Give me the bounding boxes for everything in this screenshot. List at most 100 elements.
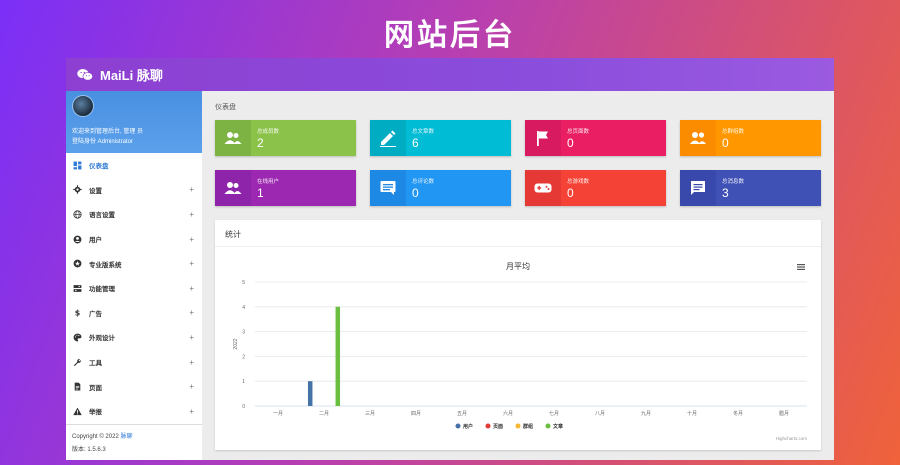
x-tick-label: 四月: [411, 411, 421, 417]
statistics-panel: 统计 月平均 0 1 2 3 4 5 2022 一月 二月 三月 四月 五月 六月 七月 八月 九月 十月 冬月腊…: [215, 220, 821, 450]
sidebar-item-7[interactable]: 外观设计 +: [66, 325, 202, 350]
pencil-icon: [380, 130, 396, 147]
sidebar-item-0[interactable]: 仪表盘: [66, 153, 202, 178]
stat-label: 总页面数: [567, 129, 590, 135]
y-tick-label: 2: [242, 354, 245, 360]
sidebar-footer: Copyright © 2022 脉聊 版本: 1.5.6.3: [66, 424, 202, 460]
svg-text:$: $: [75, 309, 80, 318]
main-content: 仪表盘 总成员数 2 总文章数 6 总页面数 0 总群组数 0 在线用户 1 总评论数 0 总游戏数 0 总…: [202, 91, 834, 460]
wrench-icon: [73, 358, 81, 366]
message-icon: [691, 181, 705, 195]
x-tick-label: 腊月: [779, 411, 789, 417]
stat-icon-box: [680, 170, 716, 206]
y-tick-label: 0: [242, 404, 245, 410]
users-icon: [224, 182, 242, 194]
expand-plus-icon[interactable]: +: [189, 407, 194, 416]
comment-icon: [380, 181, 396, 195]
x-tick-label: 九月: [641, 410, 651, 417]
avatar[interactable]: [72, 95, 94, 117]
legend-marker: [455, 423, 461, 429]
sidebar-item-label: 设置: [89, 187, 102, 195]
sidebar-item-6[interactable]: $ 广告 +: [66, 301, 202, 326]
sidebar-item-5[interactable]: 功能管理 +: [66, 276, 202, 301]
chart-credits[interactable]: Highcharts.com: [776, 436, 807, 441]
stat-icon-box: [215, 170, 251, 206]
legend-label: 群组: [522, 423, 533, 430]
top-bar: MaiLi 脉聊: [66, 58, 834, 91]
role-text: 登陆身份 Administrator: [72, 139, 134, 145]
dashboard-icon: [73, 161, 82, 170]
y-tick-label: 5: [242, 280, 245, 286]
x-tick-label: 七月: [549, 410, 559, 417]
expand-plus-icon[interactable]: +: [189, 358, 194, 367]
x-tick-label: 八月: [595, 411, 605, 417]
admin-app-window: MaiLi 脉聊 欢迎来到管理后台, 管理 员 登陆身份 Administrat…: [66, 58, 834, 460]
star-icon: [73, 259, 82, 268]
stat-value: 0: [722, 136, 729, 150]
sidebar-item-label: 工具: [89, 360, 102, 368]
sidebar-item-10[interactable]: 举报 +: [66, 399, 202, 424]
stat-card-0[interactable]: 总成员数 2: [215, 120, 356, 156]
expand-plus-icon[interactable]: +: [189, 235, 194, 244]
bar-用户: [307, 381, 313, 406]
expand-plus-icon[interactable]: +: [189, 382, 194, 391]
stat-label: 在线用户: [257, 179, 280, 185]
profile-panel: 欢迎来到管理后台, 管理 员 登陆身份 Administrator: [66, 91, 202, 153]
copyright-text: Copyright © 2022: [72, 434, 119, 440]
stat-icon-box: [370, 120, 406, 156]
x-tick-label: 五月: [457, 411, 467, 417]
x-tick-label: 六月: [503, 410, 513, 417]
app-brand[interactable]: MaiLi 脉聊: [100, 65, 163, 84]
copyright-link[interactable]: 脉聊: [120, 434, 132, 440]
gamepad-icon: [534, 183, 552, 193]
flag-icon: [537, 131, 548, 146]
stat-card-3[interactable]: 总群组数 0: [680, 120, 821, 156]
stat-card-4[interactable]: 在线用户 1: [215, 170, 356, 206]
expand-plus-icon[interactable]: +: [189, 210, 194, 219]
stat-value: 3: [722, 186, 729, 200]
expand-plus-icon[interactable]: +: [189, 308, 194, 317]
hero-title: 网站后台: [384, 18, 516, 53]
users-icon: [224, 132, 242, 144]
sidebar-item-label: 举报: [89, 409, 102, 417]
sidebar-item-8[interactable]: 工具 +: [66, 350, 202, 375]
stat-card-2[interactable]: 总页面数 0: [525, 120, 666, 156]
stat-card-6[interactable]: 总游戏数 0: [525, 170, 666, 206]
expand-plus-icon[interactable]: +: [189, 284, 194, 293]
sidebar-item-4[interactable]: 专业版系统 +: [66, 251, 202, 276]
stat-label: 总文章数: [412, 129, 435, 135]
sidebar-item-label: 专业版系统: [89, 261, 122, 269]
globe-icon: [73, 210, 82, 219]
stat-icon-box: [215, 120, 251, 156]
expand-plus-icon[interactable]: +: [189, 259, 194, 268]
y-tick-label: 3: [242, 330, 245, 336]
stat-card-7[interactable]: 总消息数 3: [680, 170, 821, 206]
sidebar-item-1[interactable]: 设置 +: [66, 178, 202, 203]
sidebar-item-label: 仪表盘: [89, 163, 109, 171]
sidebar-item-label: 外观设计: [89, 335, 115, 343]
y-axis-label: 2022: [233, 338, 239, 349]
version-text: 版本: 1.5.6.3: [72, 447, 106, 453]
sidebar-item-2[interactable]: 语言设置 +: [66, 202, 202, 227]
stat-label: 总成员数: [257, 129, 280, 135]
monthly-average-chart: 0 1 2 3 4 5 2022 一月 二月 三月 四月 五月 六月 七月 八月 九月 十月 冬月 腊月用户 页面 群组…: [233, 280, 807, 430]
stat-value: 0: [567, 136, 574, 150]
expand-plus-icon[interactable]: +: [189, 333, 194, 342]
x-tick-label: 二月: [319, 411, 329, 417]
group-icon: [690, 132, 706, 144]
wechat-logo-icon: [77, 68, 94, 81]
stat-card-1[interactable]: 总文章数 6: [370, 120, 511, 156]
stat-value: 0: [567, 186, 574, 200]
expand-plus-icon[interactable]: +: [189, 185, 194, 194]
stat-value: 2: [257, 136, 264, 150]
legend-label: 页面: [493, 423, 503, 430]
sidebar-item-9[interactable]: 页面 +: [66, 374, 202, 399]
panel-title: 统计: [215, 220, 821, 247]
stat-card-5[interactable]: 总评论数 0: [370, 170, 511, 206]
palette-icon: [73, 333, 82, 342]
breadcrumb: 仪表盘: [215, 104, 236, 111]
x-tick-label: 一月: [273, 411, 283, 417]
sidebar-item-3[interactable]: 用户 +: [66, 227, 202, 252]
stat-label: 总消息数: [722, 179, 745, 185]
stat-icon-box: [525, 120, 561, 156]
